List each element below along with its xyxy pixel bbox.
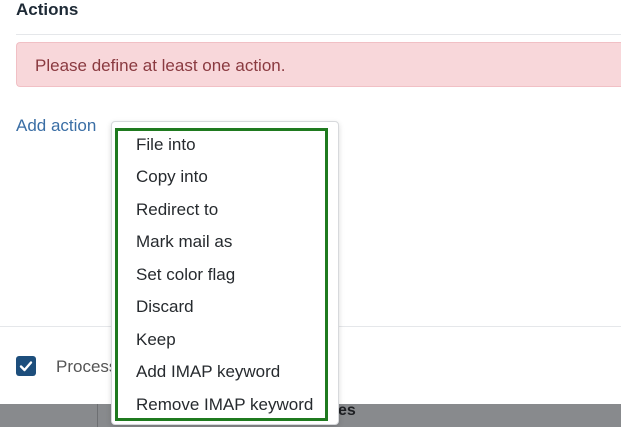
alert-message: Please define at least one action.	[35, 56, 286, 75]
checkmark-icon	[19, 361, 33, 372]
menu-item-mark-mail-as[interactable]: Mark mail as	[136, 232, 232, 252]
menu-item-remove-imap-keyword[interactable]: Remove IMAP keyword	[136, 395, 313, 415]
process-checkbox[interactable]	[16, 356, 36, 376]
menu-item-discard[interactable]: Discard	[136, 297, 194, 317]
menu-item-set-color-flag[interactable]: Set color flag	[136, 265, 235, 285]
menu-item-keep[interactable]: Keep	[136, 330, 176, 350]
menu-item-copy-into[interactable]: Copy into	[136, 167, 208, 187]
menu-item-file-into[interactable]: File into	[136, 135, 196, 155]
menu-item-add-imap-keyword[interactable]: Add IMAP keyword	[136, 362, 280, 382]
background-heading-fragment: es	[338, 402, 356, 419]
add-action-link[interactable]: Add action	[16, 116, 96, 136]
error-alert: Please define at least one action.	[16, 42, 621, 87]
menu-item-redirect-to[interactable]: Redirect to	[136, 200, 218, 220]
actions-heading: Actions	[16, 0, 79, 19]
divider	[16, 34, 621, 35]
process-label: Process	[56, 357, 118, 376]
